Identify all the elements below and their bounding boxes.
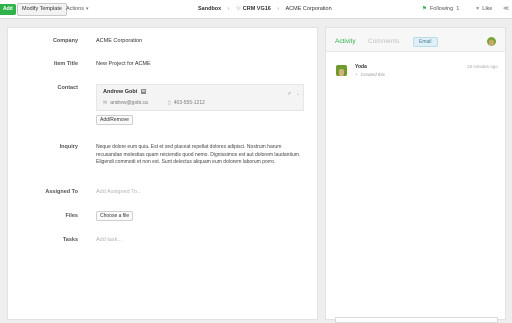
add-button[interactable]: Add	[0, 4, 16, 15]
linkedin-icon[interactable]: in	[141, 89, 147, 95]
actions-label: Actions	[66, 6, 85, 12]
assigned-to-label: Assigned To	[45, 189, 78, 195]
company-value[interactable]: ACME Corporation	[96, 38, 142, 44]
breadcrumb-separator-icon: ›	[277, 6, 280, 12]
chevron-down-icon: ▾	[86, 6, 89, 12]
following-button[interactable]: ⚑ Following 1	[422, 4, 459, 15]
item-title-label: Item Title	[53, 61, 78, 67]
files-label: Files	[65, 213, 78, 219]
phone-icon: ▯	[168, 100, 171, 106]
following-label: Following	[429, 6, 454, 12]
pin-icon[interactable]: ➚	[287, 91, 291, 97]
comment-input[interactable]	[335, 317, 498, 323]
contact-phone-row: ▯ 403-555-1212	[168, 100, 205, 106]
contact-phone[interactable]: 403-555-1212	[174, 100, 205, 106]
inquiry-value[interactable]: Neque dolore eum quia. Est et sed placea…	[96, 144, 306, 167]
breadcrumb-workspace[interactable]: Sandbox	[198, 6, 221, 12]
add-remove-contact-button[interactable]: Add/Remove	[96, 115, 133, 125]
tab-activity[interactable]: Activity	[335, 38, 356, 45]
contact-name-row: Andrew Gobi in	[103, 89, 147, 95]
assigned-to-field[interactable]: Add Assigned To...	[96, 189, 141, 195]
share-icon[interactable]: ≪	[503, 4, 509, 15]
activity-entry-avatar[interactable]	[336, 65, 347, 76]
avatar[interactable]	[487, 37, 496, 46]
activity-panel: Activity Comments Email Yoda 18 minutes …	[325, 27, 506, 323]
tasks-field[interactable]: Add task...	[96, 237, 122, 243]
activity-header: Activity Comments Email	[326, 28, 505, 52]
tag-icon: ✩	[236, 6, 241, 12]
mail-icon: ✉	[103, 100, 108, 106]
breadcrumb-app[interactable]: CRM VG16	[243, 6, 271, 12]
email-button[interactable]: Email	[413, 37, 438, 47]
activity-entry-action-text: Created this	[360, 72, 385, 77]
item-form: Company ACME Corporation Item Title New …	[7, 27, 318, 320]
contact-name[interactable]: Andrew Gobi	[103, 89, 137, 95]
chevron-down-icon[interactable]: ⌄	[296, 91, 300, 97]
following-count: 1	[456, 6, 460, 12]
modify-template-button[interactable]: Modify Template	[17, 3, 67, 16]
flag-icon: ⚑	[422, 6, 427, 12]
heart-icon: ♥	[476, 6, 480, 12]
activity-entry-time: 18 minutes ago	[467, 64, 498, 69]
inquiry-label: Inquiry	[59, 144, 78, 150]
contact-email[interactable]: andrew@gobi.ca	[110, 100, 148, 106]
company-label: Company	[52, 38, 78, 44]
like-label: Like	[482, 6, 493, 12]
activity-entry-action: + Created this	[355, 72, 385, 77]
top-toolbar: Add Modify Template Actions ▾ Sandbox › ✩…	[0, 0, 512, 19]
item-title-value[interactable]: New Project for ACME	[96, 61, 151, 67]
tasks-label: Tasks	[62, 237, 78, 243]
tab-comments[interactable]: Comments	[368, 38, 399, 45]
breadcrumb: Sandbox › ✩ CRM VG16 › ACME Corporation	[198, 4, 332, 15]
like-button[interactable]: ♥ Like	[476, 4, 492, 15]
contact-card[interactable]: Andrew Gobi in ✉ andrew@gobi.ca ▯ 403-555-1…	[96, 84, 304, 111]
actions-menu[interactable]: Actions ▾	[66, 4, 89, 15]
contact-email-row: ✉ andrew@gobi.ca	[103, 100, 148, 106]
activity-entry-user[interactable]: Yoda	[355, 64, 367, 70]
breadcrumb-separator-icon: ›	[227, 6, 230, 12]
breadcrumb-record: ACME Corporation	[285, 6, 332, 12]
plus-icon: +	[355, 72, 358, 77]
contact-label: Contact	[57, 85, 78, 91]
choose-file-button[interactable]: Choose a file	[96, 211, 134, 221]
